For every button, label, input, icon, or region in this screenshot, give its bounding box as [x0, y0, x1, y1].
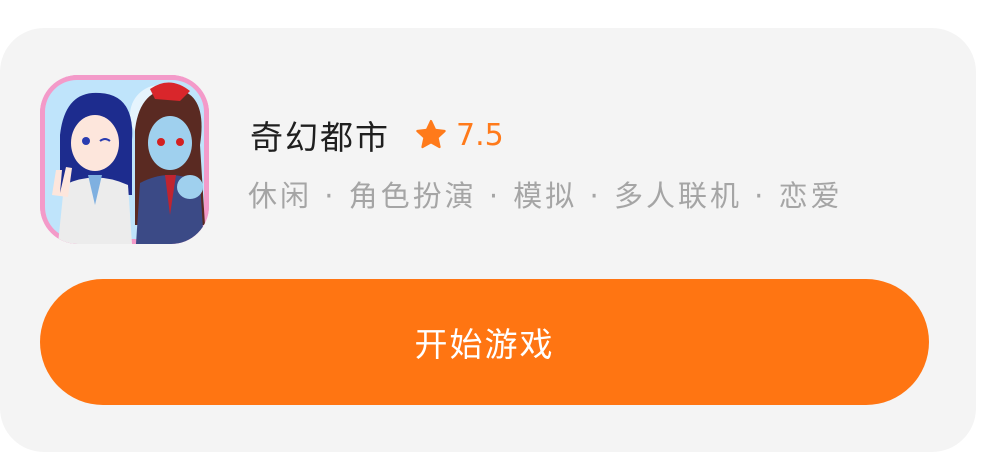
- game-title: 奇幻都市: [250, 118, 390, 157]
- game-card: 奇幻都市 7.5 休闲 · 角色扮演 · 模拟 · 多人联机 · 恋爱 开始游戏: [0, 28, 976, 452]
- anime-characters-icon: [40, 75, 209, 244]
- game-tags: 休闲 · 角色扮演 · 模拟 · 多人联机 · 恋爱: [248, 179, 843, 213]
- game-app-icon[interactable]: [40, 75, 209, 244]
- rating-value: 7.5: [456, 117, 504, 153]
- start-game-button[interactable]: 开始游戏: [40, 279, 929, 405]
- title-row: 奇幻都市 7.5: [250, 110, 504, 160]
- star-icon: [414, 118, 448, 152]
